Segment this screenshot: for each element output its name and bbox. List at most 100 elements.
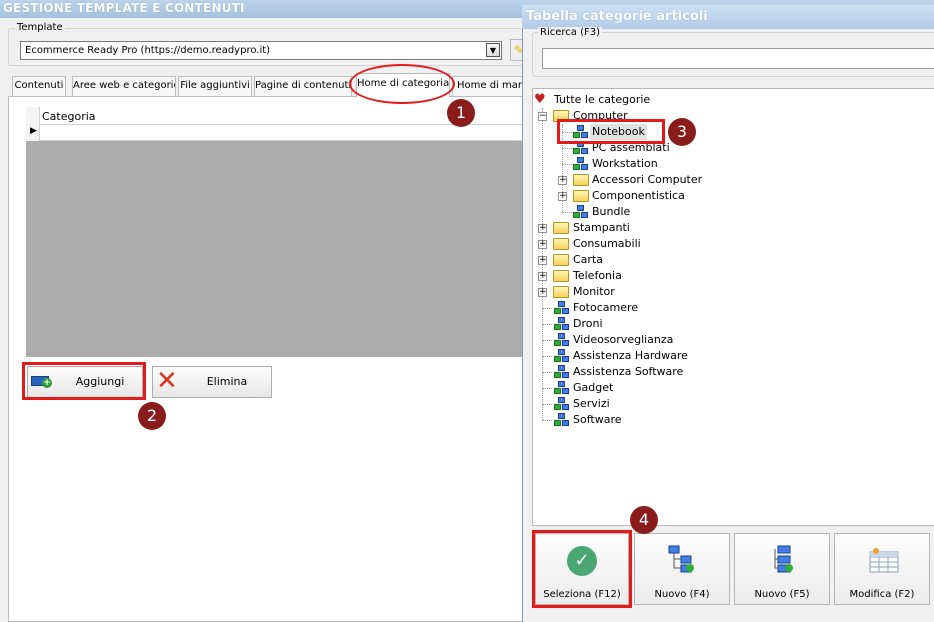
tab-home-marca[interactable]: Home di marca (452, 76, 526, 96)
new-f4-button[interactable]: Nuovo (F4) (634, 533, 730, 605)
tree-item-fotocamere[interactable]: Fotocamere (534, 300, 734, 316)
tree-label: Workstation (592, 157, 658, 170)
tree-label: Assistenza Software (573, 365, 684, 378)
tree-label: Fotocamere (573, 301, 639, 314)
tree-item-accessori[interactable]: + Accessori Computer (554, 172, 754, 188)
step-badge-3: 3 (668, 118, 696, 146)
template-legend: Template (15, 22, 65, 33)
grid-row[interactable] (40, 125, 526, 141)
edit-f2-label: Modifica (F2) (849, 589, 915, 600)
tab-contenuti[interactable]: Contenuti (12, 76, 66, 96)
category-icon (554, 413, 570, 427)
tree-item-workstation[interactable]: Workstation (554, 156, 754, 172)
expand-icon[interactable]: + (558, 176, 567, 185)
tree-label: Carta (573, 253, 603, 266)
close-icon: ✕ (156, 366, 178, 396)
tree-label: Tutte le categorie (554, 93, 651, 106)
category-grid[interactable] (26, 107, 526, 357)
category-icon (573, 157, 589, 171)
step-badge-4: 4 (630, 506, 658, 534)
tree-item-assistenza-hardware[interactable]: Assistenza Hardware (534, 348, 734, 364)
tree-label: Videosorveglianza (573, 333, 674, 346)
category-icon (554, 333, 570, 347)
tree-item-root[interactable]: ♥ Tutte le categorie (534, 92, 734, 108)
tree-item-componentistica[interactable]: + Componentistica (554, 188, 754, 204)
tree-line (542, 308, 552, 309)
tree-line (542, 356, 552, 357)
tree-line (542, 324, 552, 325)
tree-item-droni[interactable]: Droni (534, 316, 734, 332)
category-icon (554, 397, 570, 411)
step-badge-1: 1 (447, 99, 475, 127)
tree-label: Bundle (592, 205, 631, 218)
tree-item-carta[interactable]: + Carta (534, 252, 734, 268)
search-legend: Ricerca (F3) (538, 27, 602, 38)
expand-icon[interactable]: + (558, 192, 567, 201)
tree-label: Servizi (573, 397, 610, 410)
tree-item-assistenza-software[interactable]: Assistenza Software (534, 364, 734, 380)
tree-item-stampanti[interactable]: + Stampanti (534, 220, 734, 236)
new-child-icon (774, 545, 793, 573)
tree-label: Droni (573, 317, 603, 330)
tree-line (562, 212, 572, 213)
tree-label: Telefonia (573, 269, 622, 282)
tree-label: Software (573, 413, 622, 426)
highlight-tab-home-categoria (349, 64, 455, 104)
tree-item-telefonia[interactable]: + Telefonia (534, 268, 734, 284)
highlight-notebook (557, 119, 665, 144)
expand-icon[interactable]: + (538, 288, 547, 297)
tree-label: Monitor (573, 285, 615, 298)
grid-column-categoria[interactable]: Categoria (42, 110, 96, 123)
row-pointer-icon: ▶ (30, 126, 37, 136)
tree-label: Assistenza Hardware (573, 349, 688, 362)
expand-icon[interactable]: + (538, 240, 547, 249)
chevron-down-icon[interactable]: ▼ (486, 43, 500, 57)
tree-item-gadget[interactable]: Gadget (534, 380, 734, 396)
new-f5-button[interactable]: Nuovo (F5) (734, 533, 830, 605)
folder-icon (553, 238, 569, 250)
category-icon (554, 349, 570, 363)
search-input[interactable] (542, 48, 934, 69)
tab-file-aggiuntivi[interactable]: File aggiuntivi (178, 76, 252, 96)
new-sibling-icon (668, 545, 694, 573)
tree-line (542, 388, 552, 389)
tree-line (562, 148, 572, 149)
expand-icon[interactable]: + (538, 256, 547, 265)
folder-icon (553, 270, 569, 282)
new-f5-label: Nuovo (F5) (754, 589, 810, 600)
category-icon (554, 365, 570, 379)
dialog-title: Tabella categorie articoli (522, 5, 934, 29)
tree-item-consumabili[interactable]: + Consumabili (534, 236, 734, 252)
tree-item-bundle[interactable]: Bundle (554, 204, 754, 220)
highlight-select-button (532, 530, 632, 608)
tree-item-software[interactable]: Software (534, 412, 734, 428)
tab-pagine-contenuti[interactable]: Pagine di contenuti (254, 76, 352, 96)
new-f4-label: Nuovo (F4) (654, 589, 710, 600)
tree-item-servizi[interactable]: Servizi (534, 396, 734, 412)
tree-label: Accessori Computer (592, 173, 703, 186)
expand-icon[interactable]: + (538, 272, 547, 281)
tab-aree-web[interactable]: Aree web e categorie (72, 76, 176, 96)
tree-item-monitor[interactable]: + Monitor (534, 284, 734, 300)
edit-f2-button[interactable]: Modifica (F2) (834, 533, 930, 605)
folder-icon (553, 254, 569, 266)
highlight-add-button (22, 362, 146, 400)
folder-icon (573, 190, 589, 202)
folder-icon (573, 174, 589, 186)
expand-icon[interactable]: + (538, 224, 547, 233)
category-icon (554, 381, 570, 395)
edit-table-icon (869, 548, 899, 573)
tree-item-videosorveglianza[interactable]: Videosorveglianza (534, 332, 734, 348)
template-select[interactable]: Ecommerce Ready Pro (https://demo.readyp… (20, 41, 502, 60)
tree-line (542, 420, 552, 421)
tree-line (562, 164, 572, 165)
heart-icon: ♥ (534, 92, 546, 107)
tree-line (542, 404, 552, 405)
tree-label: Gadget (573, 381, 614, 394)
category-icon (554, 317, 570, 331)
category-icon (573, 205, 589, 219)
tree-label: Consumabili (573, 237, 641, 250)
tree-label: Componentistica (592, 189, 685, 202)
folder-icon (553, 222, 569, 234)
collapse-icon[interactable]: − (538, 112, 547, 121)
